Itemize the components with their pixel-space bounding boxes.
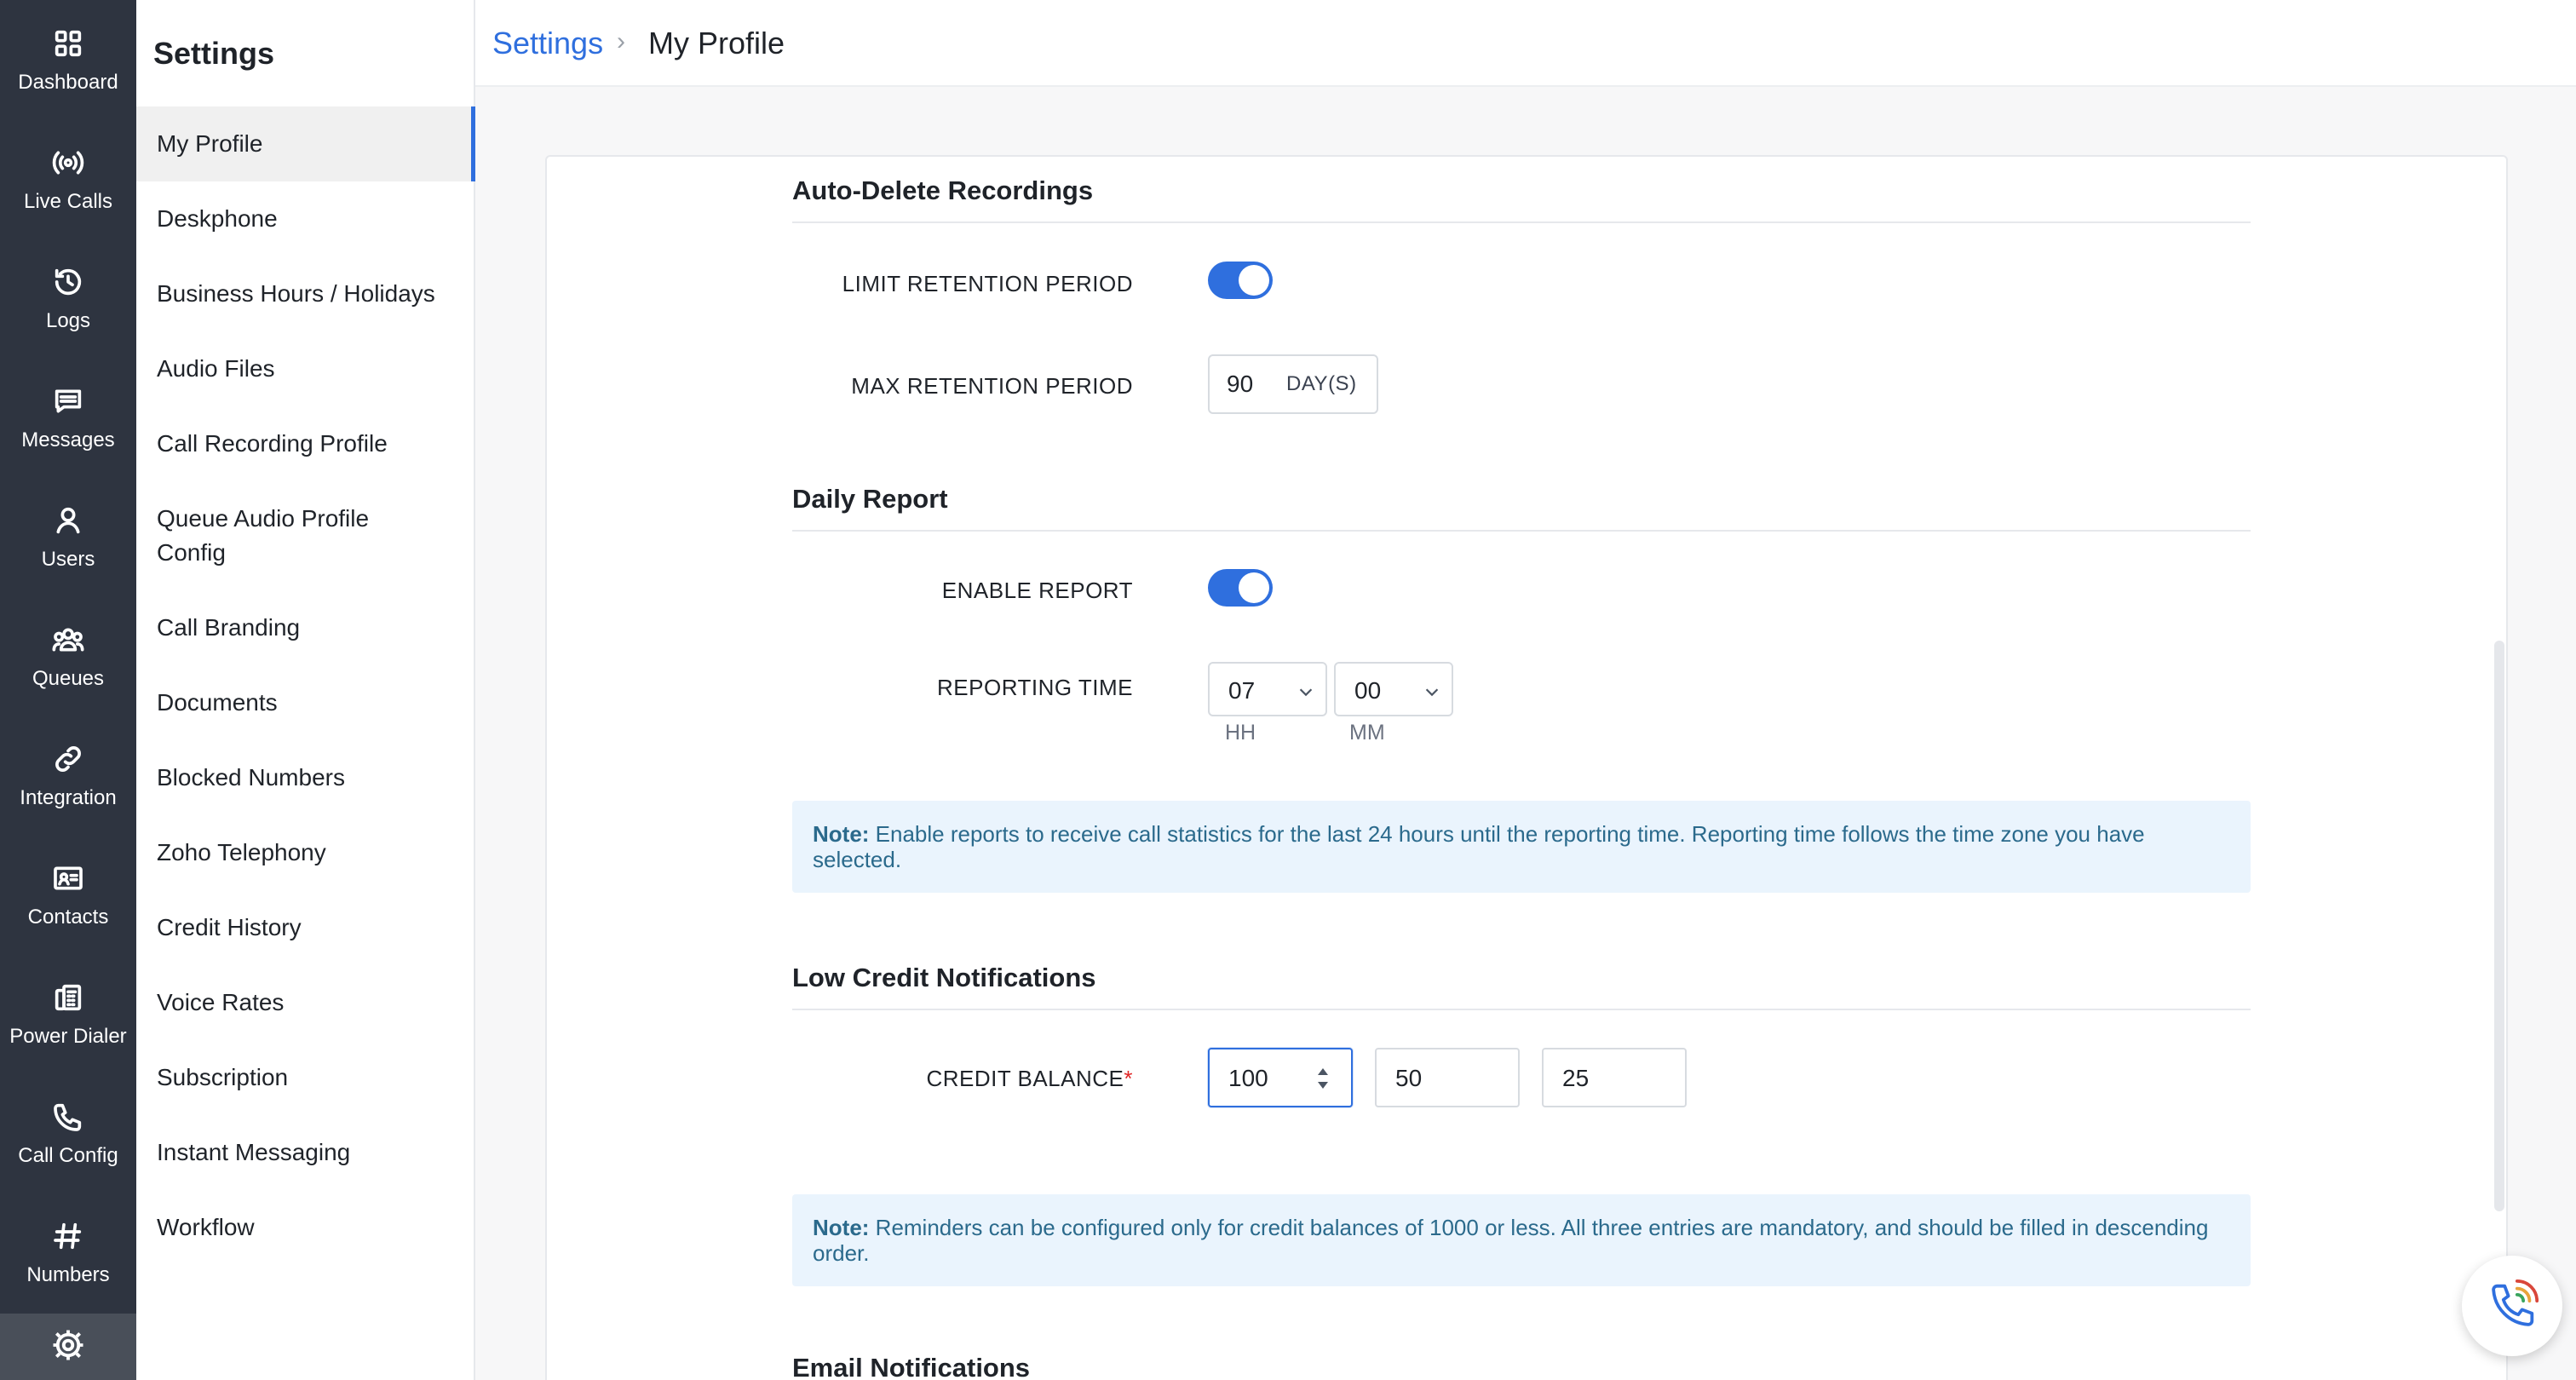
credit-value-2: 50 [1395, 1065, 1423, 1091]
hour-value: 07 [1228, 677, 1256, 704]
rail-label: Numbers [26, 1263, 110, 1286]
daily-report-note: Note: Enable reports to receive call sta… [792, 801, 2251, 893]
rail-item-settings[interactable] [0, 1314, 136, 1380]
credit-balance-label: CREDIT BALANCE* [926, 1066, 1133, 1092]
note-prefix: Note: [813, 1215, 870, 1240]
enable-report-label: ENABLE REPORT [941, 578, 1133, 603]
breadcrumb-separator: › [617, 27, 625, 55]
note-text: Enable reports to receive call statistic… [813, 821, 2145, 872]
max-retention-value: 90 [1227, 371, 1254, 397]
credit-value-1: 100 [1228, 1065, 1268, 1091]
sidebar-item-instant-messaging[interactable]: Instant Messaging [136, 1136, 475, 1170]
phone-ringing-icon [2492, 1279, 2539, 1326]
breadcrumb-settings-link[interactable]: Settings [492, 26, 603, 61]
gear-icon [50, 1327, 86, 1367]
max-retention-label: MAX RETENTION PERIOD [851, 373, 1133, 399]
history-icon [49, 263, 87, 301]
sidebar-item-call-branding[interactable]: Call Branding [136, 611, 475, 645]
reporting-minute-select[interactable]: 00 [1334, 662, 1453, 716]
sidebar-item-business-hours[interactable]: Business Hours / Holidays [136, 277, 475, 311]
toggle-knob [1239, 265, 1269, 296]
settings-sidebar: Settings My Profile Deskphone Business H… [136, 0, 475, 1380]
group-icon [49, 621, 87, 658]
toggle-knob [1239, 572, 1269, 603]
credit-value-3: 25 [1562, 1065, 1590, 1091]
rail-item-messages[interactable]: Messages [0, 358, 136, 477]
phone-icon [49, 1098, 87, 1136]
rail-label: Dashboard [18, 71, 118, 94]
sidebar-item-documents[interactable]: Documents [136, 686, 475, 720]
grid-icon [49, 25, 87, 62]
app-rail: Dashboard Live Calls Logs Messages Users… [0, 0, 136, 1380]
note-prefix: Note: [813, 821, 870, 847]
credit-balance-input-2[interactable]: 50 [1375, 1048, 1520, 1107]
message-icon [49, 382, 87, 420]
floating-phone-button[interactable] [2462, 1256, 2562, 1356]
rail-item-contacts[interactable]: Contacts [0, 835, 136, 954]
rail-item-call-config[interactable]: Call Config [0, 1073, 136, 1193]
section-title-auto-delete: Auto-Delete Recordings [792, 175, 2251, 223]
user-icon [49, 502, 87, 539]
sidebar-item-call-recording-profile[interactable]: Call Recording Profile [136, 427, 475, 461]
note-text: Reminders can be configured only for cre… [813, 1215, 2209, 1266]
minute-value: 00 [1354, 677, 1382, 704]
sidebar-item-subscription[interactable]: Subscription [136, 1061, 475, 1095]
credit-balance-text: CREDIT BALANCE [926, 1066, 1124, 1091]
sidebar-item-queue-audio-profile[interactable]: Queue Audio Profile Config [136, 502, 443, 570]
sidebar-item-blocked-numbers[interactable]: Blocked Numbers [136, 761, 475, 795]
rail-label: Users [41, 548, 95, 571]
sidebar-item-workflow[interactable]: Workflow [136, 1210, 475, 1245]
rail-label: Integration [20, 786, 117, 809]
rail-item-logs[interactable]: Logs [0, 239, 136, 358]
rail-label: Live Calls [23, 190, 113, 213]
rail-item-power-dialer[interactable]: Power Dialer [0, 954, 136, 1073]
max-retention-unit: DAY(S) [1286, 372, 1357, 395]
enable-report-toggle[interactable] [1208, 569, 1273, 607]
page-header: Settings › My Profile [475, 0, 2576, 87]
low-credit-note: Note: Reminders can be configured only f… [792, 1194, 2251, 1286]
rail-item-dashboard[interactable]: Dashboard [0, 0, 136, 119]
hour-sublabel: HH [1225, 721, 1256, 745]
sidebar-item-zoho-telephony[interactable]: Zoho Telephony [136, 836, 475, 870]
rail-label: Call Config [18, 1144, 118, 1167]
minute-sublabel: MM [1349, 721, 1385, 745]
chevron-down-icon [1425, 688, 1439, 697]
hash-icon [49, 1217, 87, 1255]
rail-item-numbers[interactable]: Numbers [0, 1193, 136, 1312]
reporting-time-label: REPORTING TIME [937, 675, 1133, 700]
sidebar-item-deskphone[interactable]: Deskphone [136, 202, 475, 236]
sidebar-item-audio-files[interactable]: Audio Files [136, 352, 475, 386]
reporting-hour-select[interactable]: 07 [1208, 662, 1327, 716]
rail-item-users[interactable]: Users [0, 477, 136, 596]
rail-item-live-calls[interactable]: Live Calls [0, 119, 136, 239]
section-title-email-notifications: Email Notifications [792, 1353, 1031, 1380]
power-dialer-icon [49, 979, 87, 1016]
sidebar-item-voice-rates[interactable]: Voice Rates [136, 986, 475, 1020]
max-retention-input[interactable]: 90 DAY(S) [1208, 354, 1378, 414]
contact-card-icon [49, 860, 87, 897]
limit-retention-label: LIMIT RETENTION PERIOD [842, 271, 1133, 296]
section-title-low-credit: Low Credit Notifications [792, 963, 2251, 1010]
rail-label: Messages [21, 428, 115, 451]
rail-label: Queues [32, 667, 105, 690]
breadcrumb-current: My Profile [648, 26, 785, 60]
settings-title: Settings [153, 36, 275, 71]
rail-item-integration[interactable]: Integration [0, 716, 136, 835]
limit-retention-toggle[interactable] [1208, 262, 1273, 299]
required-mark: * [1124, 1066, 1133, 1091]
sidebar-item-my-profile[interactable]: My Profile [136, 106, 475, 181]
chevron-down-icon [1299, 688, 1313, 697]
sidebar-item-credit-history[interactable]: Credit History [136, 911, 475, 945]
credit-balance-input-1[interactable]: 100 [1208, 1048, 1353, 1107]
link-icon [49, 740, 87, 778]
rail-label: Power Dialer [9, 1025, 127, 1048]
section-title-daily-report: Daily Report [792, 484, 2251, 532]
rail-label: Logs [45, 309, 91, 332]
rail-label: Contacts [27, 906, 109, 929]
credit-balance-input-3[interactable]: 25 [1542, 1048, 1687, 1107]
broadcast-icon [49, 144, 87, 181]
rail-item-queues[interactable]: Queues [0, 596, 136, 716]
stepper-icon[interactable] [1315, 1065, 1331, 1092]
content-scrollbar[interactable] [2494, 641, 2504, 1211]
